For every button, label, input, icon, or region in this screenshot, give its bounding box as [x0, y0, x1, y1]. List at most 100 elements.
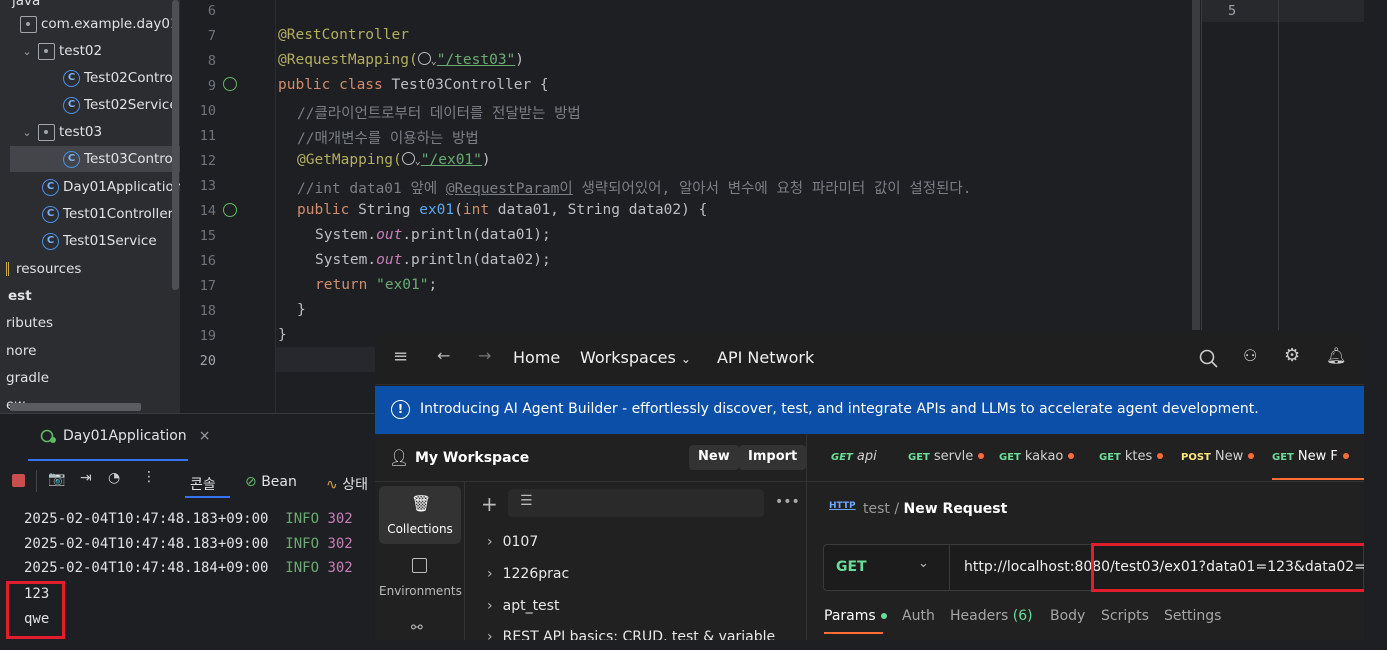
log-line: 2025-02-04T10:47:48.183+09:00 INFO 302 — [24, 536, 353, 552]
chevron-right-icon: › — [487, 534, 493, 550]
back-arrow-icon[interactable]: ← — [437, 346, 450, 365]
code-line-14: public String ex01(int data01, String da… — [297, 202, 708, 218]
line-gutter: 6 7 8 9 10 11 12 13 14 15 16 17 18 19 20 — [180, 0, 276, 413]
more-options-icon[interactable]: ••• — [775, 494, 800, 510]
forward-arrow-icon[interactable]: → — [478, 346, 491, 365]
filter-icon: ☰ — [520, 493, 533, 509]
run-tab-day01application[interactable]: Day01Application × — [40, 428, 210, 444]
chevron-down-icon: ⌄ — [918, 556, 929, 571]
exit-icon[interactable]: ⇥ — [80, 470, 92, 486]
unsaved-dot — [1068, 453, 1075, 459]
split-editor-pane[interactable]: 5 — [1201, 0, 1366, 330]
line-number: 11 — [199, 128, 216, 144]
code-line-13: //int data01 앞에 @RequestParam이 생략되어있어, 알… — [297, 181, 972, 197]
spring-endpoint-gutter-icon[interactable] — [223, 203, 237, 217]
headers-tab[interactable]: Headers (6) — [950, 608, 1033, 624]
collection-item[interactable]: › REST API basics: CRUD, test & variable — [487, 629, 775, 640]
tree-item-test[interactable]: est — [8, 283, 180, 309]
request-title[interactable]: New Request — [904, 501, 1008, 517]
close-tab-icon[interactable]: × — [199, 428, 211, 444]
search-icon[interactable] — [1199, 349, 1219, 369]
nav-workspaces[interactable]: Workspaces ⌄ — [580, 348, 691, 367]
auth-tab[interactable]: Auth — [902, 608, 935, 624]
tree-item-test01service[interactable]: C Test01Service — [42, 228, 180, 254]
request-tab-kakao[interactable]: GET kakao — [999, 449, 1075, 464]
window-edge — [1364, 0, 1387, 650]
tree-horizontal-scrollbar[interactable] — [10, 403, 141, 411]
status-tab[interactable]: ∿ 상태 — [326, 474, 368, 494]
more-options-icon[interactable]: ⋮ — [142, 469, 156, 485]
chevron-down-icon[interactable]: ⌄ — [20, 126, 34, 139]
code-line-10: //클라이언트로부터 데이터를 전달받는 방법 — [297, 106, 581, 122]
settings-tab[interactable]: Settings — [1164, 608, 1221, 624]
unsaved-dot — [978, 453, 985, 459]
environment-icon — [412, 558, 427, 573]
request-tab-post-new[interactable]: POST New — [1181, 449, 1255, 464]
gauge-icon[interactable]: ◔ — [108, 470, 120, 486]
hamburger-menu-icon[interactable]: ≡ — [393, 346, 408, 367]
class-icon: C — [42, 205, 59, 223]
tree-item-test02service[interactable]: C Test02Service — [63, 92, 180, 118]
console-tab[interactable]: 콘솔 — [190, 474, 216, 494]
code-line-15: System.out.println(data01); — [315, 227, 551, 243]
code-line-12: @GetMapping(⌄"/ex01") — [297, 152, 491, 168]
chevron-down-icon[interactable]: ⌄ — [20, 45, 34, 58]
add-collection-icon[interactable]: + — [481, 492, 498, 516]
tree-item-test03controller[interactable]: CTest03Controller — [10, 146, 180, 172]
request-tab-ktes[interactable]: GET ktes — [1099, 449, 1164, 464]
tree-item-gitignore[interactable]: nore — [6, 338, 180, 364]
workspace-title[interactable]: My Workspace — [415, 450, 529, 466]
postman-sidebar: 🗑︎ Collections Environments ⚯ — [375, 482, 465, 640]
bean-tab[interactable]: ⊘ Bean — [245, 474, 297, 490]
sidebar-collections[interactable]: 🗑︎ Collections — [379, 486, 461, 544]
new-button[interactable]: New — [689, 445, 739, 470]
tree-item-gitattributes[interactable]: ributes — [6, 310, 180, 336]
import-button[interactable]: Import — [739, 445, 807, 470]
request-tab-servle[interactable]: GET servle — [908, 449, 985, 464]
tree-item-com-example-day01[interactable]: com.example.day01 — [20, 11, 180, 37]
flows-icon[interactable]: ⚯ — [411, 620, 423, 636]
collection-item[interactable]: › apt_test — [487, 598, 559, 614]
tree-scrollbar[interactable] — [172, 0, 179, 290]
breadcrumb: test / New Request — [863, 501, 1008, 517]
params-tab[interactable]: Params — [824, 608, 887, 624]
announcement-banner[interactable]: ! Introducing AI Agent Builder - effortl… — [375, 386, 1364, 434]
tree-item-test03[interactable]: ⌄ test03 — [20, 119, 180, 145]
code-line-19: } — [278, 327, 287, 343]
request-tab-api[interactable]: GET api — [831, 449, 877, 464]
tree-item-test02[interactable]: ⌄ test02 — [20, 38, 180, 64]
notification-bell-icon[interactable]: 🔔︎ — [1326, 346, 1346, 365]
sidebar-environments[interactable]: Environments — [379, 552, 462, 602]
spring-bean-gutter-icon[interactable] — [223, 77, 237, 91]
tree-item-resources[interactable]: resources — [6, 256, 180, 282]
globe-icon[interactable] — [401, 152, 415, 165]
stop-icon[interactable] — [12, 474, 25, 487]
editor-scrollbar[interactable] — [1192, 0, 1200, 330]
tree-item-test01controller[interactable]: C Test01Controller — [42, 201, 180, 227]
breadcrumb-collection[interactable]: test — [863, 501, 890, 517]
invite-user-icon[interactable]: ⚇ — [1243, 346, 1257, 365]
tree-item-day01application[interactable]: C Day01Application — [42, 174, 180, 200]
screenshot-icon[interactable]: 📷 — [48, 471, 65, 487]
collection-item[interactable]: › 1226prac — [487, 566, 569, 582]
method-select[interactable]: GET ⌄ — [824, 545, 950, 590]
request-tab-active[interactable]: GET New F — [1272, 449, 1349, 464]
collection-filter-input[interactable]: ☰ — [508, 489, 764, 517]
unsaved-dot — [1157, 453, 1164, 459]
nav-api-network[interactable]: API Network — [717, 348, 814, 367]
spring-app-icon: C — [42, 178, 59, 196]
collection-item[interactable]: › 0107 — [487, 534, 538, 550]
body-tab[interactable]: Body — [1050, 608, 1085, 624]
tree-item-build-gradle[interactable]: gradle — [6, 365, 180, 391]
window-bottom-edge — [375, 640, 1364, 650]
scripts-tab[interactable]: Scripts — [1101, 608, 1149, 624]
code-line-8: @RequestMapping(⌄"/test03") — [278, 52, 525, 68]
unsaved-dot — [1342, 453, 1349, 459]
postman-window: ≡ ← → Home Workspaces ⌄ API Network ⚇ ⚙ … — [375, 331, 1364, 640]
globe-icon[interactable] — [417, 52, 431, 65]
line-number: 6 — [207, 3, 216, 19]
settings-gear-icon[interactable]: ⚙ — [1284, 345, 1300, 366]
chevron-right-icon: › — [487, 629, 493, 640]
nav-home[interactable]: Home — [513, 348, 560, 367]
tree-item-test02controller[interactable]: CTest02Controller — [63, 65, 180, 91]
